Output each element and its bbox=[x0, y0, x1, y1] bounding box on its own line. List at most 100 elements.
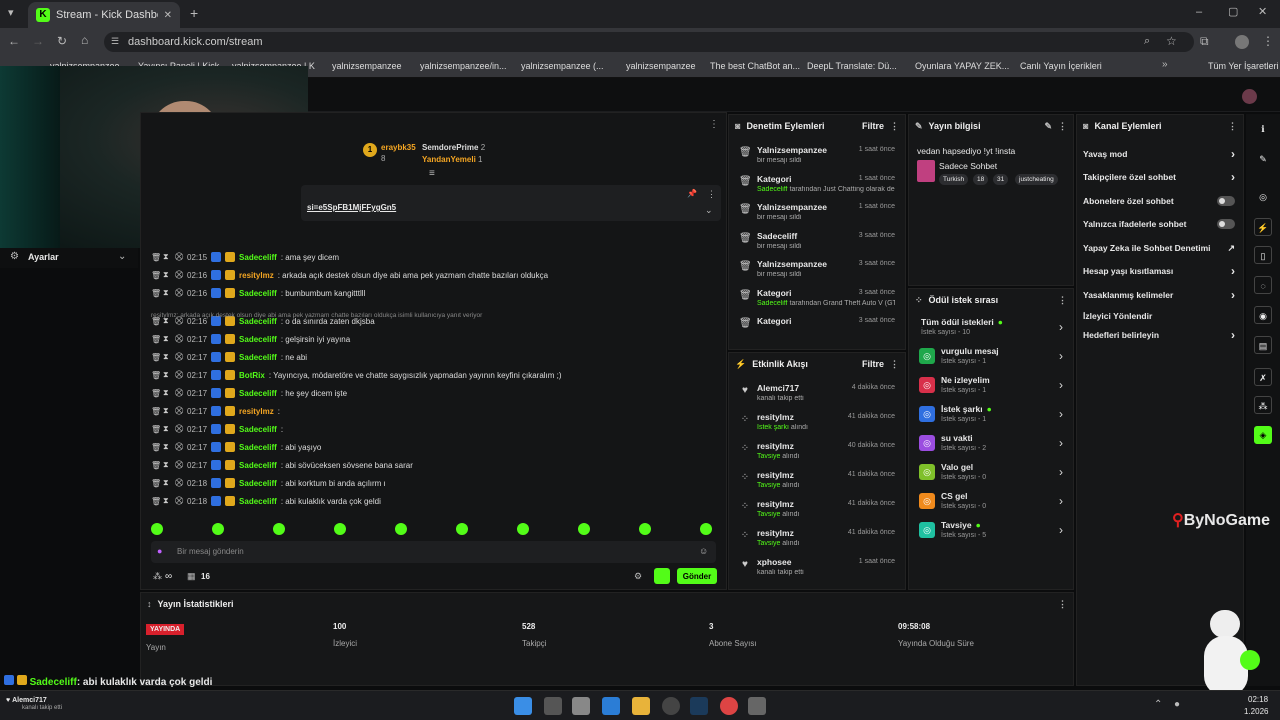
bookmark-item[interactable]: DeepL Translate: Dü... bbox=[807, 61, 897, 71]
edit-icon[interactable]: ✎ bbox=[1044, 121, 1052, 132]
taskbar-clock[interactable]: 02:18 bbox=[1248, 695, 1268, 704]
bookmark-item[interactable]: yalnizsempanzee bbox=[626, 61, 696, 71]
chat-username[interactable]: Sadeceliff bbox=[239, 425, 277, 434]
channel-action-item[interactable]: Hedefleri belirleyin › bbox=[1083, 324, 1235, 346]
emote-icon[interactable] bbox=[151, 523, 163, 535]
channel-action-item[interactable]: Yapay Zeka ile Sohbet Denetimi ↗ bbox=[1083, 237, 1235, 259]
people-icon[interactable]: ⁂ bbox=[1254, 396, 1272, 414]
pinned-link[interactable]: si=e5SpFB1MjFFygGn5 bbox=[307, 203, 396, 212]
chat-username[interactable]: Sadeceliff bbox=[239, 479, 277, 488]
pinned-message[interactable]: si=e5SpFB1MjFFygGn5 📌 ⋮ ⌄ bbox=[301, 185, 721, 221]
timeout-icon[interactable]: ⧗ bbox=[163, 442, 171, 452]
timeout-icon[interactable]: ⧗ bbox=[163, 370, 171, 380]
kick-green-icon[interactable]: ◈ bbox=[1254, 426, 1272, 444]
chat-username[interactable]: resitylmz bbox=[239, 271, 274, 280]
ban-icon[interactable]: ⛒ bbox=[175, 334, 183, 344]
ban-icon[interactable]: ⛒ bbox=[175, 288, 183, 298]
tab-search-icon[interactable]: ▾ bbox=[8, 6, 14, 19]
delete-icon[interactable]: 🗑 bbox=[151, 271, 161, 280]
timeout-icon[interactable]: ⧗ bbox=[163, 270, 171, 280]
reload-icon[interactable]: ↻ bbox=[57, 34, 67, 48]
ban-icon[interactable]: ⛒ bbox=[175, 270, 183, 280]
chrome-menu-icon[interactable]: ⋮ bbox=[1262, 34, 1274, 48]
windows-start-icon[interactable] bbox=[514, 697, 532, 715]
delete-icon[interactable]: 🗑 bbox=[151, 335, 161, 344]
toggle-switch[interactable] bbox=[1217, 196, 1235, 206]
reward-queue-item[interactable]: Tüm ödül istekleri ● İstek sayısı - 10 › bbox=[917, 315, 1065, 343]
timeout-icon[interactable]: ⧗ bbox=[163, 352, 171, 362]
ban-icon[interactable]: ⛒ bbox=[175, 478, 183, 488]
emote-icon[interactable] bbox=[578, 523, 590, 535]
kick-user-avatar[interactable] bbox=[1242, 89, 1257, 104]
mic-tray-icon[interactable]: ● bbox=[1174, 699, 1180, 710]
app-icon[interactable] bbox=[572, 697, 590, 715]
pencil-icon[interactable]: ✎ bbox=[1254, 150, 1272, 168]
home-icon[interactable]: ⌂ bbox=[81, 33, 88, 47]
chat-icon[interactable]: ◌ bbox=[1254, 276, 1272, 294]
collapse-icon[interactable]: ≡ bbox=[429, 168, 435, 179]
broadcast-icon[interactable]: ◉ bbox=[1254, 306, 1272, 324]
delete-icon[interactable]: 🗑 bbox=[151, 353, 161, 362]
ban-icon[interactable]: ⛒ bbox=[175, 388, 183, 398]
menu-icon[interactable]: ⋮ bbox=[1058, 599, 1067, 610]
menu-icon[interactable]: ⋮ bbox=[890, 359, 899, 370]
back-icon[interactable]: ← bbox=[8, 34, 20, 48]
chat-username[interactable]: Sadeceliff bbox=[239, 289, 277, 298]
reward-queue-item[interactable]: ◎ su vakti İstek sayısı - 2 › bbox=[917, 431, 1065, 459]
left-settings-row[interactable]: ⚙ Ayarlar ⌄ bbox=[0, 248, 138, 268]
minimize-icon[interactable]: – bbox=[1196, 6, 1202, 18]
ban-icon[interactable]: ⛒ bbox=[175, 424, 183, 434]
reward-queue-item[interactable]: ◎ Valo gel İstek sayısı - 0 › bbox=[917, 460, 1065, 488]
emote-icon[interactable] bbox=[395, 523, 407, 535]
menu-icon[interactable]: ⋮ bbox=[1058, 295, 1067, 306]
new-tab-icon[interactable]: + bbox=[190, 5, 198, 21]
menu-icon[interactable]: ⋮ bbox=[890, 121, 899, 132]
timeout-icon[interactable]: ⧗ bbox=[163, 388, 171, 398]
maximize-icon[interactable]: ▢ bbox=[1228, 5, 1238, 18]
chat-username[interactable]: Sadeceliff bbox=[239, 389, 277, 398]
channel-action-item[interactable]: Hesap yaşı kısıtlaması › bbox=[1083, 260, 1235, 282]
tray-arrow-icon[interactable]: ⌃ bbox=[1154, 699, 1162, 710]
filter-button[interactable]: Filtre bbox=[862, 359, 884, 369]
url-input[interactable]: dashboard.kick.com/stream bbox=[104, 32, 1194, 52]
bookmark-item[interactable]: yalnizsempanzee/in... bbox=[420, 61, 507, 71]
bookmark-star-icon[interactable]: ☆ bbox=[1166, 34, 1177, 48]
wrench-icon[interactable]: ✗ bbox=[1254, 368, 1272, 386]
mic-icon[interactable]: ● bbox=[157, 546, 162, 556]
extensions-icon[interactable]: ⧉ bbox=[1200, 34, 1209, 49]
timeout-icon[interactable]: ⧗ bbox=[163, 252, 171, 262]
timeout-icon[interactable]: ⧗ bbox=[163, 334, 171, 344]
ban-icon[interactable]: ⛒ bbox=[175, 352, 183, 362]
users-icon[interactable]: ⁂ bbox=[153, 571, 162, 582]
channel-action-item[interactable]: Yasaklanmış kelimeler › bbox=[1083, 284, 1235, 306]
chat-menu-icon[interactable]: ⋮ bbox=[709, 119, 719, 130]
channel-action-item[interactable]: Takipçilere özel sohbet › bbox=[1083, 166, 1235, 188]
top-gifter-name[interactable]: SemdorePrime bbox=[422, 143, 478, 152]
emote-icon[interactable] bbox=[700, 523, 712, 535]
chat-username[interactable]: Sadeceliff bbox=[239, 497, 277, 506]
taskbar-date[interactable]: 1.2026 bbox=[1244, 707, 1268, 716]
chat-username[interactable]: Sadeceliff bbox=[239, 353, 277, 362]
delete-icon[interactable]: 🗑 bbox=[151, 497, 161, 506]
delete-icon[interactable]: 🗑 bbox=[151, 289, 161, 298]
forward-icon[interactable]: → bbox=[32, 34, 44, 48]
delete-icon[interactable]: 🗑 bbox=[151, 389, 161, 398]
send-button[interactable]: Gönder bbox=[677, 568, 717, 584]
emote-icon[interactable] bbox=[517, 523, 529, 535]
close-window-icon[interactable]: ✕ bbox=[1258, 5, 1267, 18]
timeout-icon[interactable]: ⧗ bbox=[163, 460, 171, 470]
file-explorer-icon[interactable] bbox=[632, 697, 650, 715]
timeout-icon[interactable]: ⧗ bbox=[163, 496, 171, 506]
bookmark-item[interactable]: Canlı Yayın İçerikleri bbox=[1020, 61, 1102, 71]
gear-icon[interactable]: ⚙ bbox=[634, 571, 642, 582]
timeout-icon[interactable]: ⧗ bbox=[163, 406, 171, 416]
bookmark-item[interactable]: Oyunlara YAPAY ZEK... bbox=[915, 61, 1009, 71]
site-info-icon[interactable]: ☰ bbox=[111, 36, 119, 47]
pinned-menu-icon[interactable]: ⋮ bbox=[707, 189, 716, 200]
ban-icon[interactable]: ⛒ bbox=[175, 370, 183, 380]
ban-icon[interactable]: ⛒ bbox=[175, 252, 183, 262]
reward-queue-item[interactable]: ◎ Ne izleyelim İstek sayısı - 1 › bbox=[917, 373, 1065, 401]
chat-username[interactable]: resitylmz bbox=[239, 407, 274, 416]
calendar-icon[interactable]: ▦ bbox=[187, 571, 196, 582]
timeout-icon[interactable]: ⧗ bbox=[163, 288, 171, 298]
